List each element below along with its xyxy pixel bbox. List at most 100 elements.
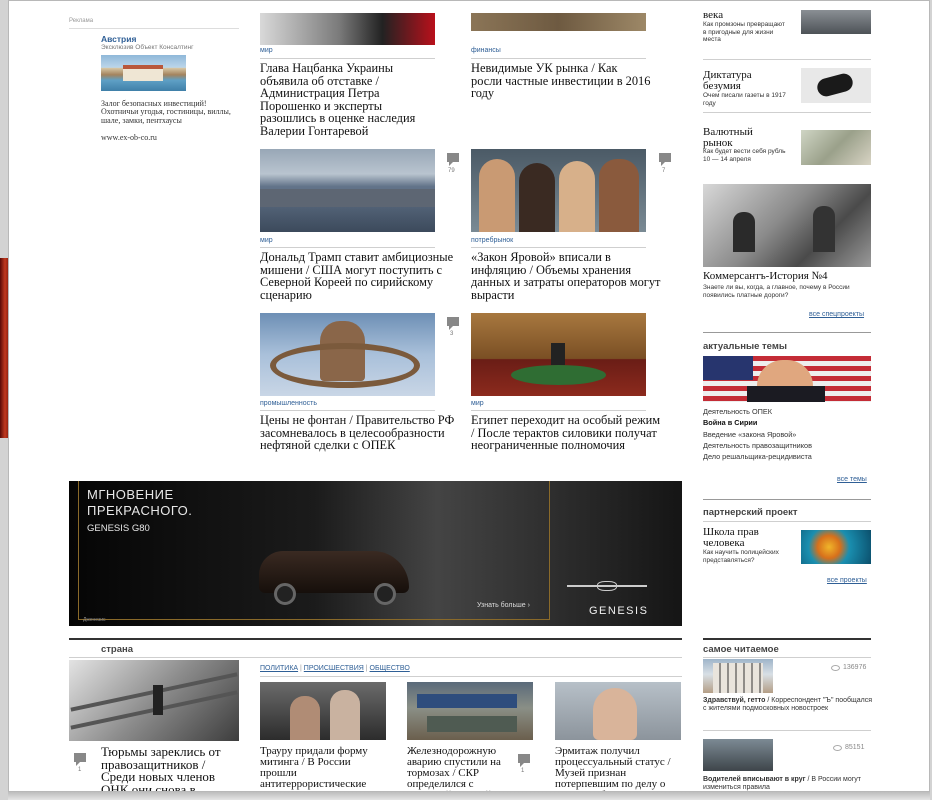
comment-count[interactable]: 3	[450, 331, 453, 337]
special-subtitle[interactable]: Как промзоны превращают в пригодные для …	[703, 21, 788, 44]
article-image[interactable]	[407, 682, 533, 740]
tag-incidents[interactable]: ПРОИСШЕСТВИЯ	[304, 665, 364, 672]
special-title[interactable]: Валютный рынок	[703, 127, 783, 149]
ad-url[interactable]: www.ex-ob-co.ru	[101, 133, 157, 142]
person-figure	[813, 206, 835, 252]
person-figure	[733, 212, 755, 252]
article-rubric[interactable]: мир	[260, 237, 273, 244]
divider	[703, 521, 871, 522]
topic-item[interactable]: Дело решальщика-рецидивиста	[703, 452, 812, 461]
article-image[interactable]	[471, 13, 646, 31]
special-image[interactable]	[801, 68, 871, 103]
article-title[interactable]: Траурy придали форму митинга / В России …	[260, 746, 390, 792]
comment-icon[interactable]	[659, 153, 671, 166]
most-read-title[interactable]: Здравствуй, гетто / Корреспондент "Ъ" по…	[703, 697, 873, 712]
topic-item[interactable]: Деятельность ОПЕК	[703, 407, 772, 416]
article-image[interactable]	[69, 660, 239, 741]
special-title[interactable]: Диктатура безумия	[703, 70, 783, 92]
genesis-banner[interactable]: МГНОВЕНИЕ ПРЕКРАСНОГО. GENESIS G80 Узнат…	[69, 481, 682, 626]
topic-item[interactable]: Война в Сирии	[703, 418, 757, 427]
article-rubric[interactable]: мир	[471, 400, 484, 407]
article-image[interactable]	[260, 149, 435, 232]
special-image[interactable]	[801, 10, 871, 34]
carrier-deck	[260, 189, 435, 207]
all-special-link[interactable]: все спецпроекты	[809, 311, 864, 318]
topic-item[interactable]: Введение «закона Яровой»	[703, 430, 796, 439]
history-image[interactable]	[703, 184, 871, 267]
all-projects-link[interactable]: все проекты	[827, 577, 867, 584]
comment-count[interactable]: 1	[521, 768, 524, 774]
ad-subtitle: Эксклюзив Объект Консалтинг	[101, 44, 194, 51]
divider	[260, 676, 682, 677]
article-title[interactable]: Эрмитаж получил процессуальный статус / …	[555, 746, 683, 792]
train-shape	[417, 694, 517, 708]
article-title[interactable]: «Закон Яровой» вписали в инфляцию / Объе…	[471, 251, 666, 301]
divider	[703, 112, 871, 113]
section-tags: ПОЛИТИКА | ПРОИСШЕСТВИЯ | ОБЩЕСТВО	[260, 665, 410, 672]
tag-politics[interactable]: ПОЛИТИКА	[260, 665, 298, 672]
partner-title[interactable]: Школа прав человека	[703, 527, 783, 549]
comment-icon[interactable]	[518, 754, 530, 767]
comment-icon[interactable]	[74, 753, 86, 766]
banner-model: GENESIS G80	[87, 523, 150, 534]
history-subtitle[interactable]: Знаете ли вы, когда, а главное, почему в…	[703, 284, 873, 299]
partner-subtitle[interactable]: Как научить полицейских представляться?	[703, 549, 793, 564]
ad-text[interactable]: Залог безопасных инвестиций! Охотничьи у…	[101, 99, 241, 125]
views-count: 85151	[845, 744, 865, 751]
most-read-heading: самое читаемое	[703, 644, 779, 655]
partner-image[interactable]	[801, 530, 871, 564]
article-title[interactable]: Невидимые УК рынка / Как росли частные и…	[471, 62, 651, 100]
article-subtitle[interactable]: / После терактов силовики получат неогра…	[471, 426, 657, 453]
article-image[interactable]	[260, 313, 435, 396]
topics-image[interactable]	[703, 356, 871, 402]
divider	[703, 657, 871, 658]
most-read-title[interactable]: Водителей вписывают в круг / В России мо…	[703, 776, 873, 791]
article-title[interactable]: Египет переходит на особый режим / После…	[471, 414, 661, 452]
article-rubric[interactable]: промышленность	[260, 400, 317, 407]
article-image[interactable]	[555, 682, 681, 740]
most-read-image[interactable]	[703, 659, 773, 693]
ad-image[interactable]	[101, 55, 186, 91]
banner-cta[interactable]: Узнать больше ›	[477, 602, 530, 609]
ad-title[interactable]: Австрия	[101, 34, 136, 44]
article-rubric[interactable]: финансы	[471, 47, 501, 54]
comment-count[interactable]: 79	[448, 168, 455, 174]
views-eye-icon	[831, 665, 840, 671]
article-image[interactable]	[260, 682, 386, 740]
article-rubric[interactable]: потребрынок	[471, 237, 513, 244]
most-read-image[interactable]	[703, 739, 773, 771]
special-subtitle[interactable]: Как будет вести себя рубль 10 — 14 апрел…	[703, 148, 793, 163]
person-figure	[290, 696, 320, 740]
comment-count[interactable]: 7	[662, 168, 665, 174]
special-image[interactable]	[801, 130, 871, 165]
most-read-headline[interactable]: Водителей вписывают в круг	[703, 776, 806, 783]
section-rule	[703, 638, 871, 640]
article-image[interactable]	[260, 13, 435, 45]
article-image[interactable]	[471, 313, 646, 396]
special-subtitle[interactable]: Очем писали газеты в 1917 году	[703, 92, 793, 107]
comment-count[interactable]: 1	[78, 767, 81, 773]
divider	[471, 58, 646, 59]
article-image[interactable]	[471, 149, 646, 232]
article-rubric[interactable]: мир	[260, 47, 273, 54]
banner-brand: GENESIS	[589, 605, 649, 617]
comment-icon[interactable]	[447, 153, 459, 166]
article-title[interactable]: Глава Нацбанка Украины объявила об отста…	[260, 62, 440, 137]
topic-item[interactable]: Деятельность правозащитников	[703, 441, 812, 450]
article-title[interactable]: Железнодорожную аварию спустили на тормо…	[407, 746, 517, 792]
divider	[703, 59, 871, 60]
article-title[interactable]: Тюрьмы зареклись от правозащитников / Ср…	[101, 745, 241, 791]
special-title[interactable]: века	[703, 10, 793, 21]
comment-icon[interactable]	[447, 317, 459, 330]
tag-society[interactable]: ОБЩЕСТВО	[370, 665, 410, 672]
article-title[interactable]: Дональд Трамп ставит амбициозные мишени …	[260, 251, 465, 301]
history-title[interactable]: Коммерсантъ-История №4	[703, 271, 878, 282]
section-heading[interactable]: страна	[101, 644, 133, 655]
article-headline[interactable]: Эрмитаж получил процессуальный статус	[555, 745, 665, 768]
article-title[interactable]: Цены не фонтан / Правительство РФ засомн…	[260, 414, 465, 452]
wreck-shape	[427, 716, 517, 732]
divider	[260, 247, 435, 248]
all-topics-link[interactable]: все темы	[837, 476, 867, 483]
person-figure	[593, 688, 637, 740]
most-read-headline[interactable]: Здравствуй, гетто	[703, 697, 765, 704]
